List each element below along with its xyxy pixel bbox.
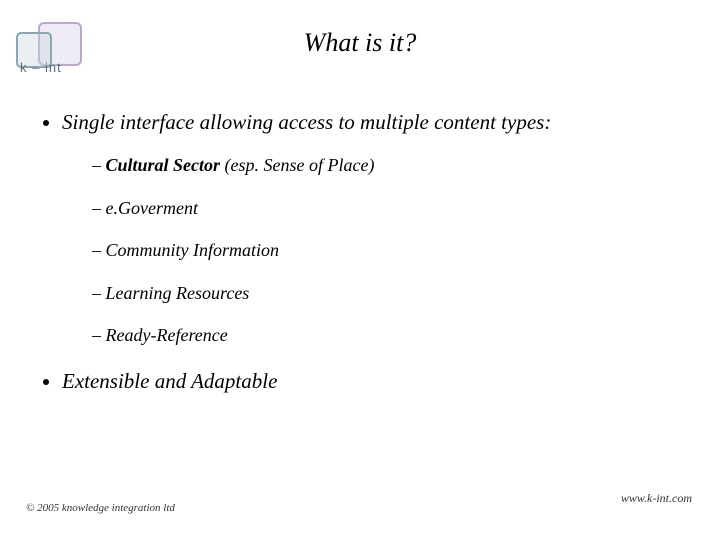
sub-bullet-5: Ready-Reference — [92, 324, 690, 347]
logo-int: int — [45, 60, 62, 75]
sub-bullet-1-bold: Cultural Sector — [106, 155, 221, 175]
bullet-main-1: Single interface allowing access to mult… — [62, 108, 690, 347]
bullet-list: Single interface allowing access to mult… — [40, 108, 690, 395]
bullet-main-1-text: Single interface allowing access to mult… — [62, 110, 551, 134]
slide: k – int What is it? Single interface all… — [0, 0, 720, 540]
sub-bullet-2: e.Goverment — [92, 197, 690, 220]
sub-bullet-2-text: e.Goverment — [106, 198, 198, 218]
logo-k: k — [20, 60, 28, 75]
sub-bullet-4-text: Learning Resources — [106, 283, 250, 303]
sub-bullet-3: Community Information — [92, 239, 690, 262]
footer-copyright: © 2005 knowledge integration ltd — [26, 502, 175, 514]
bullet-main-2-text: Extensible and Adaptable — [62, 369, 277, 393]
slide-body: Single interface allowing access to mult… — [40, 108, 690, 409]
sub-bullet-1-rest: (esp. Sense of Place) — [220, 155, 374, 175]
sub-bullet-3-text: Community Information — [106, 240, 280, 260]
logo-dash: – — [32, 60, 40, 75]
sub-bullet-list: Cultural Sector (esp. Sense of Place) e.… — [92, 154, 690, 347]
sub-bullet-4: Learning Resources — [92, 282, 690, 305]
bullet-main-2: Extensible and Adaptable — [62, 367, 690, 395]
logo-text: k – int — [20, 60, 62, 75]
footer-url: www.k-int.com — [621, 491, 692, 506]
sub-bullet-1: Cultural Sector (esp. Sense of Place) — [92, 154, 690, 177]
sub-bullet-5-text: Ready-Reference — [106, 325, 228, 345]
slide-title: What is it? — [0, 28, 720, 58]
